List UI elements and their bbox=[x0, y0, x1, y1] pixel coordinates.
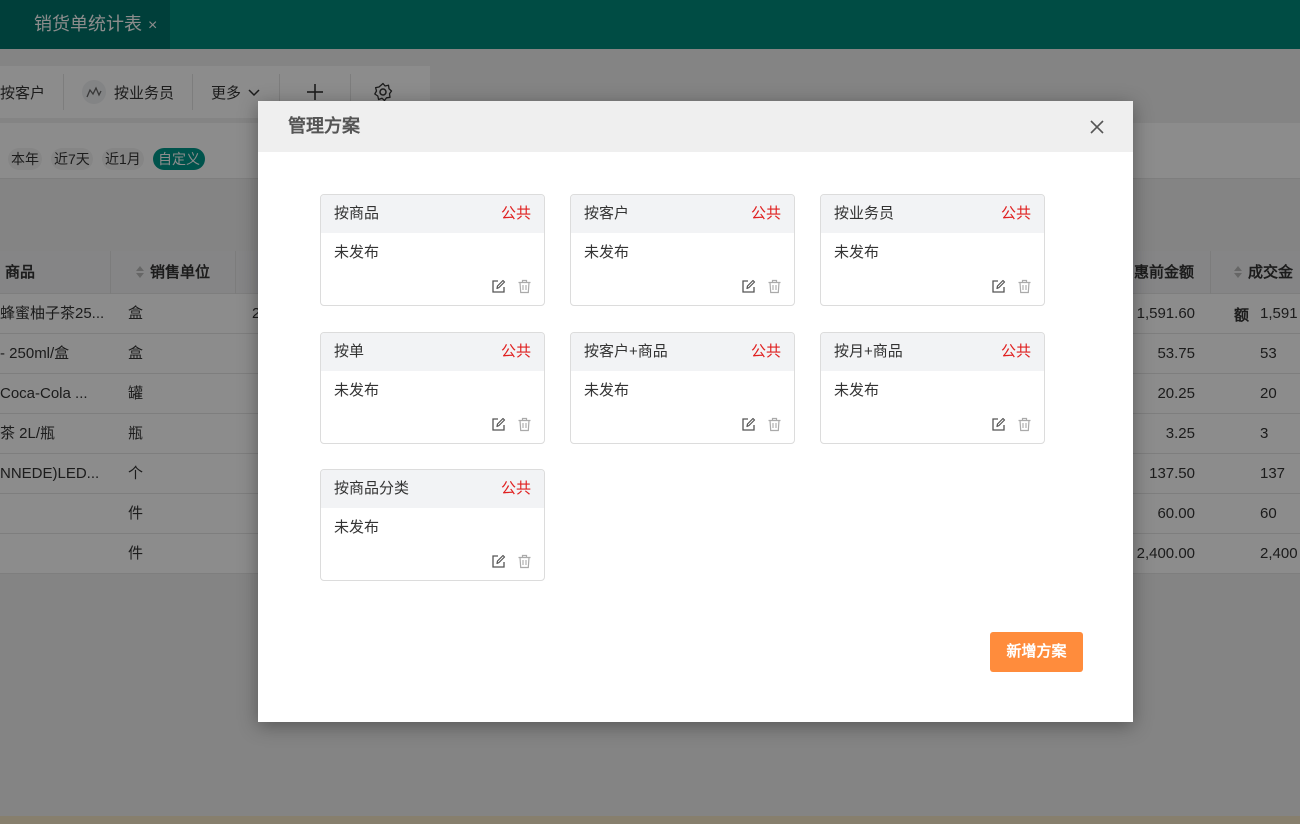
scheme-card[interactable]: 按月+商品 公共未发布 bbox=[820, 332, 1045, 444]
manage-schemes-dialog: 管理方案 按商品 公共 未发布 按客户 公共 未发布 按业务员 公共 未发布 按单 公共 未发布 按客户… bbox=[258, 101, 1133, 722]
edit-icon[interactable] bbox=[491, 417, 506, 432]
delete-icon[interactable] bbox=[517, 417, 532, 432]
scheme-card-header: 按商品分类 公共 bbox=[321, 470, 544, 508]
scheme-card-header: 按客户+商品 公共 bbox=[571, 333, 794, 371]
scheme-public-badge: 公共 bbox=[500, 480, 531, 497]
add-scheme-button[interactable]: 新增方案 bbox=[990, 632, 1083, 672]
delete-icon[interactable] bbox=[767, 279, 782, 294]
scheme-status: 未发布 bbox=[334, 519, 380, 536]
dialog-header: 管理方案 bbox=[258, 101, 1133, 152]
scheme-card[interactable]: 按客户+商品 公共未发布 bbox=[570, 332, 795, 444]
scheme-card[interactable]: 按客户 公共未发布 bbox=[570, 194, 795, 306]
scheme-card-header: 按业务员 公共 bbox=[821, 195, 1044, 233]
bottom-strip bbox=[0, 816, 1300, 824]
scheme-name: 按客户+商品 bbox=[584, 343, 668, 360]
scheme-card[interactable]: 按业务员 公共未发布 bbox=[820, 194, 1045, 306]
scheme-name: 按月+商品 bbox=[834, 343, 903, 360]
edit-icon[interactable] bbox=[741, 417, 756, 432]
scheme-card-header: 按商品 公共 bbox=[321, 195, 544, 233]
scheme-name: 按客户 bbox=[584, 205, 630, 222]
scheme-public-badge: 公共 bbox=[1000, 205, 1031, 222]
scheme-name: 按商品 bbox=[334, 205, 380, 222]
scheme-card-header: 按单 公共 bbox=[321, 333, 544, 371]
scheme-name: 按商品分类 bbox=[334, 480, 410, 497]
scheme-status: 未发布 bbox=[584, 244, 630, 261]
scheme-status: 未发布 bbox=[584, 382, 630, 399]
scheme-status: 未发布 bbox=[334, 244, 380, 261]
scheme-card[interactable]: 按商品 公共未发布 bbox=[320, 194, 545, 306]
scheme-status: 未发布 bbox=[334, 382, 380, 399]
delete-icon[interactable] bbox=[517, 279, 532, 294]
scheme-status: 未发布 bbox=[834, 382, 880, 399]
scheme-name: 按业务员 bbox=[834, 205, 895, 222]
scheme-card[interactable]: 按单 公共未发布 bbox=[320, 332, 545, 444]
scheme-public-badge: 公共 bbox=[750, 343, 781, 360]
edit-icon[interactable] bbox=[741, 279, 756, 294]
dialog-title: 管理方案 bbox=[288, 116, 360, 136]
scheme-public-badge: 公共 bbox=[750, 205, 781, 222]
delete-icon[interactable] bbox=[1017, 417, 1032, 432]
edit-icon[interactable] bbox=[991, 279, 1006, 294]
delete-icon[interactable] bbox=[767, 417, 782, 432]
close-icon[interactable] bbox=[1089, 119, 1105, 135]
scheme-public-badge: 公共 bbox=[500, 343, 531, 360]
edit-icon[interactable] bbox=[491, 554, 506, 569]
scheme-status: 未发布 bbox=[834, 244, 880, 261]
scheme-card[interactable]: 按商品分类 公共未发布 bbox=[320, 469, 545, 581]
scheme-card-header: 按月+商品 公共 bbox=[821, 333, 1044, 371]
delete-icon[interactable] bbox=[1017, 279, 1032, 294]
delete-icon[interactable] bbox=[517, 554, 532, 569]
scheme-public-badge: 公共 bbox=[1000, 343, 1031, 360]
scheme-public-badge: 公共 bbox=[500, 205, 531, 222]
edit-icon[interactable] bbox=[991, 417, 1006, 432]
scheme-card-header: 按客户 公共 bbox=[571, 195, 794, 233]
edit-icon[interactable] bbox=[491, 279, 506, 294]
scheme-name: 按单 bbox=[334, 343, 365, 360]
